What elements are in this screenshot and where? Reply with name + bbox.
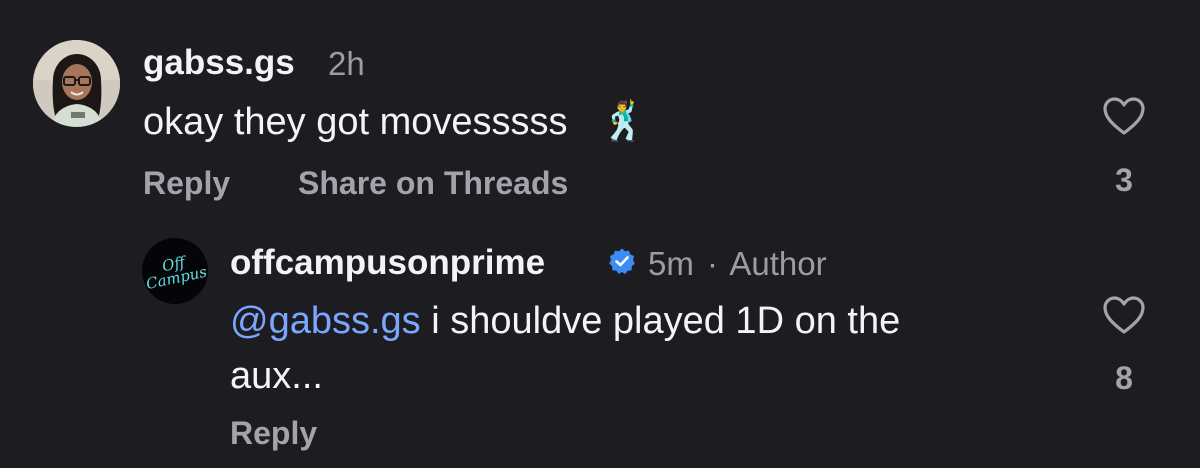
reply-button[interactable]: Reply xyxy=(230,415,317,452)
reply-username[interactable]: offcampusonprime xyxy=(230,243,545,283)
comment-username[interactable]: gabss.gs xyxy=(143,43,295,83)
verified-badge-icon xyxy=(609,248,635,274)
comment-text-content: okay they got movesssss xyxy=(143,101,568,143)
user-photo-avatar xyxy=(33,40,120,127)
like-count: 3 xyxy=(1115,162,1133,198)
comment-text: okay they got movesssss 🕺 xyxy=(143,100,647,144)
reply-text-content: i shouldve played 1D on the xyxy=(420,300,901,342)
avatar[interactable]: Off Campus xyxy=(142,238,208,304)
reply-text-line-2: aux... xyxy=(230,355,323,397)
verified-badge xyxy=(608,247,636,275)
share-on-threads-button[interactable]: Share on Threads xyxy=(298,165,568,202)
reply-meta: 5m · Author xyxy=(648,245,827,283)
reply-button[interactable]: Reply xyxy=(143,165,230,202)
reply-timestamp: 5m xyxy=(648,245,694,282)
reply-text-line-1: @gabss.gs i shouldve played 1D on the xyxy=(230,300,900,343)
logo-text-campus: Campus xyxy=(144,262,208,294)
like-count: 8 xyxy=(1115,360,1133,396)
author-label: Author xyxy=(729,245,827,282)
comment-timestamp: 2h xyxy=(328,45,365,82)
brand-logo-avatar: Off Campus xyxy=(142,238,208,304)
heart-outline-icon xyxy=(1103,97,1145,135)
like-button[interactable] xyxy=(1102,295,1146,335)
avatar[interactable] xyxy=(33,40,120,127)
like-button[interactable] xyxy=(1102,96,1146,136)
mention-link[interactable]: @gabss.gs xyxy=(230,300,421,342)
dancer-emoji: 🕺 xyxy=(600,101,648,143)
meta-separator: · xyxy=(707,245,719,282)
heart-outline-icon xyxy=(1103,296,1145,334)
